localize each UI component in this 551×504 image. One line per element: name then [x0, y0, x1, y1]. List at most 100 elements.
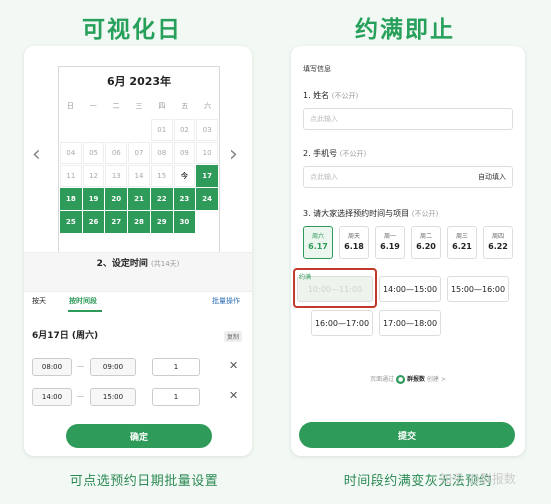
- tab-by-day[interactable]: 按天: [32, 296, 46, 306]
- calendar-day[interactable]: 14: [128, 165, 150, 187]
- date-tab[interactable]: 周二 6.20: [411, 226, 441, 259]
- time-hint: (不公开): [411, 210, 439, 218]
- date-tab-weekday: 周四: [491, 233, 504, 240]
- name-placeholder: 点此输入: [310, 115, 338, 123]
- end-time-field[interactable]: 09:00: [90, 358, 136, 376]
- calendar-day[interactable]: 21: [128, 188, 150, 210]
- start-time-field[interactable]: 14:00: [32, 388, 72, 406]
- active-tab-underline: [68, 310, 102, 312]
- weekday: 一: [89, 102, 97, 110]
- user-phone-screen: 填写信息 1. 姓名 (不公开) 点此输入 2. 手机号 (不公开) 点此输入 …: [291, 46, 525, 456]
- calendar-day[interactable]: 26: [82, 211, 105, 233]
- calendar-weekdays: 日 一 二 三 四 五 六: [59, 101, 219, 111]
- calendar-day[interactable]: 20: [105, 188, 128, 210]
- date-tab-weekday: 周天: [347, 233, 360, 240]
- calendar-day[interactable]: 06: [105, 142, 128, 164]
- date-tab-weekday: 周三: [455, 233, 468, 240]
- calendar-day[interactable]: 02: [173, 119, 196, 141]
- calendar-day: [60, 119, 82, 141]
- full-slot-highlight: [293, 268, 377, 308]
- quota-field[interactable]: 1: [152, 358, 200, 376]
- time-label: 3. 请大家选择预约时间与项目 (不公开): [303, 208, 438, 219]
- phone-placeholder: 点此输入: [310, 173, 338, 181]
- calendar-day[interactable]: 今: [173, 165, 196, 187]
- calendar-day[interactable]: 08: [150, 142, 173, 164]
- phone-hint: (不公开): [339, 150, 367, 158]
- brand-name[interactable]: 群报数: [407, 376, 425, 383]
- calendar-day: [196, 211, 218, 233]
- calendar-day[interactable]: 15: [150, 165, 173, 187]
- tab-by-time[interactable]: 按时间段: [69, 296, 97, 306]
- date-tab-day: 6.20: [416, 242, 436, 251]
- weekday: 三: [135, 102, 143, 110]
- time-slot[interactable]: 17:00—18:00: [379, 310, 441, 336]
- calendar-day[interactable]: 18: [60, 188, 82, 210]
- quota-field[interactable]: 1: [152, 388, 200, 406]
- date-tab-day: 6.18: [344, 242, 364, 251]
- calendar-day: [105, 119, 128, 141]
- calendar-day[interactable]: 29: [150, 211, 173, 233]
- brand-logo-icon: ●: [396, 375, 406, 384]
- calendar-day[interactable]: 19: [82, 188, 105, 210]
- confirm-button[interactable]: 确定: [66, 424, 212, 448]
- remove-row-icon[interactable]: ✕: [229, 389, 238, 402]
- phone-label-text: 2. 手机号: [303, 149, 338, 158]
- calendar-day[interactable]: 09: [173, 142, 196, 164]
- calendar-day[interactable]: 22: [150, 188, 173, 210]
- time-slot[interactable]: 15:00—16:00: [447, 276, 509, 302]
- date-tab[interactable]: 周三 6.21: [447, 226, 477, 259]
- calendar-day[interactable]: 17: [196, 165, 218, 187]
- date-tab[interactable]: 周天 6.18: [339, 226, 369, 259]
- calendar-day[interactable]: 25: [60, 211, 82, 233]
- calendar-day[interactable]: 23: [173, 188, 196, 210]
- name-label: 1. 姓名 (不公开): [303, 90, 358, 101]
- calendar-day[interactable]: 04: [60, 142, 82, 164]
- calendar-day[interactable]: 01: [150, 119, 173, 141]
- copy-button[interactable]: 复制: [224, 331, 243, 342]
- phone-input[interactable]: 点此输入 自动填入: [303, 166, 513, 188]
- calendar-day[interactable]: 24: [196, 188, 218, 210]
- calendar-day[interactable]: 11: [60, 165, 82, 187]
- time-label-text: 3. 请大家选择预约时间与项目: [303, 209, 410, 218]
- autofill-button[interactable]: 自动填入: [478, 172, 506, 182]
- calendar-day[interactable]: 10: [196, 142, 218, 164]
- calendar-day[interactable]: 28: [128, 211, 150, 233]
- time-slot[interactable]: 14:00—15:00: [379, 276, 441, 302]
- date-tab-day: 6.22: [488, 242, 508, 251]
- submit-button[interactable]: 提交: [299, 422, 515, 448]
- start-time-field[interactable]: 08:00: [32, 358, 72, 376]
- form-title: 填写信息: [303, 65, 331, 73]
- calendar-day[interactable]: 12: [82, 165, 105, 187]
- weekday: 四: [158, 102, 166, 110]
- calendar-day[interactable]: 13: [105, 165, 128, 187]
- time-slot[interactable]: 16:00—17:00: [311, 310, 373, 336]
- calendar-day[interactable]: 30: [173, 211, 196, 233]
- name-input[interactable]: 点此输入: [303, 108, 513, 130]
- batch-operation-link[interactable]: 批量操作: [212, 296, 240, 306]
- phone-label: 2. 手机号 (不公开): [303, 148, 366, 159]
- end-time-field[interactable]: 15:00: [90, 388, 136, 406]
- date-tab[interactable]: 周一 6.19: [375, 226, 405, 259]
- date-tab-weekday: 周一: [383, 233, 396, 240]
- calendar-day: [128, 119, 150, 141]
- weekday: 日: [66, 102, 74, 110]
- step-title: 2、设定时间 (共14天): [24, 256, 252, 269]
- setting-tabs: 按天 按时间段 批量操作: [24, 291, 252, 313]
- setting-date-label: 6月17日 (周六): [32, 331, 99, 341]
- weekday: 二: [112, 102, 120, 110]
- powered-by: 页面通过 ● 群报数 创建 >: [291, 374, 525, 384]
- next-month-icon[interactable]: ›: [229, 142, 238, 167]
- range-dash: —: [77, 392, 84, 400]
- remove-row-icon[interactable]: ✕: [229, 359, 238, 372]
- calendar-day[interactable]: 05: [82, 142, 105, 164]
- prev-month-icon[interactable]: ‹: [32, 142, 41, 167]
- calendar-day[interactable]: 27: [105, 211, 128, 233]
- calendar-day[interactable]: 03: [196, 119, 218, 141]
- name-hint: (不公开): [331, 92, 359, 100]
- date-tab-day: 6.17: [308, 242, 328, 251]
- calendar-day[interactable]: 07: [128, 142, 150, 164]
- date-tab[interactable]: 周四 6.22: [483, 226, 513, 259]
- date-tab-day: 6.19: [380, 242, 400, 251]
- calendar-day: [82, 119, 105, 141]
- date-tab[interactable]: 周六 6.17: [303, 226, 333, 259]
